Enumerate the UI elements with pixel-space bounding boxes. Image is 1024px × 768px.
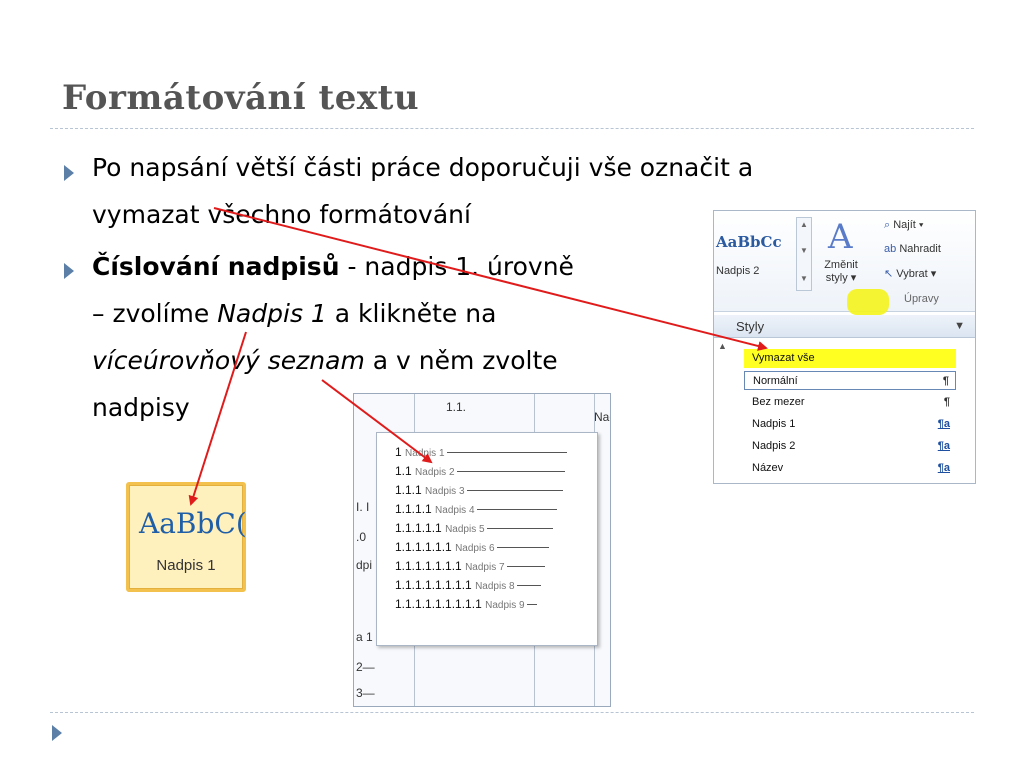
annotation-arrows xyxy=(188,207,768,506)
arrow-to-multilevel-list xyxy=(321,379,433,464)
arrow-to-clear-all xyxy=(213,207,768,351)
footer-divider xyxy=(50,712,974,713)
arrow-to-heading-1 xyxy=(188,331,247,506)
slide-nav-marker xyxy=(52,725,62,741)
